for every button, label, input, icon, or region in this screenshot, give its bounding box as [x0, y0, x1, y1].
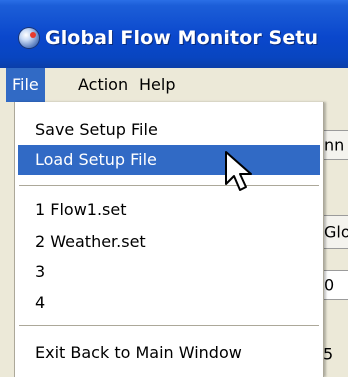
background-text-1: nn [324, 135, 345, 155]
background-text-2: Glo [324, 222, 348, 242]
title-bar[interactable]: Global Flow Monitor Setu [0, 0, 348, 68]
window-title: Global Flow Monitor Setu [45, 27, 319, 49]
menu-item-recent-2[interactable]: 2 Weather.set [18, 227, 320, 257]
menu-action[interactable]: Action [72, 68, 134, 102]
menu-item-recent-3[interactable]: 3 [18, 257, 320, 287]
menu-item-exit[interactable]: Exit Back to Main Window [18, 338, 320, 368]
screen: Global Flow Monitor Setu File Action Hel… [0, 0, 348, 377]
background-field-2: Glo [322, 215, 348, 249]
menu-separator [19, 325, 319, 326]
menu-item-save-setup-file[interactable]: Save Setup File [18, 115, 320, 145]
background-text-4: 5 [323, 344, 334, 364]
menu-item-recent-4[interactable]: 4 [18, 288, 320, 318]
menu-separator [19, 185, 319, 186]
menu-file[interactable]: File [6, 68, 45, 102]
menu-help[interactable]: Help [133, 68, 181, 102]
background-text-3: 0 [324, 275, 335, 295]
menu-item-load-setup-file[interactable]: Load Setup File [18, 145, 320, 175]
arrow-cursor-icon [225, 151, 252, 191]
file-menu-dropdown: Save Setup File Load Setup File 1 Flow1.… [14, 102, 324, 377]
globe-icon[interactable] [19, 28, 39, 48]
menu-item-recent-1[interactable]: 1 Flow1.set [18, 195, 320, 225]
background-field-1: nn [322, 130, 348, 160]
globe-icon-highlight [30, 32, 36, 38]
menu-bar: File Action Help [0, 68, 348, 102]
background-radio: 5 [322, 340, 348, 368]
background-field-3: 0 [322, 270, 348, 300]
